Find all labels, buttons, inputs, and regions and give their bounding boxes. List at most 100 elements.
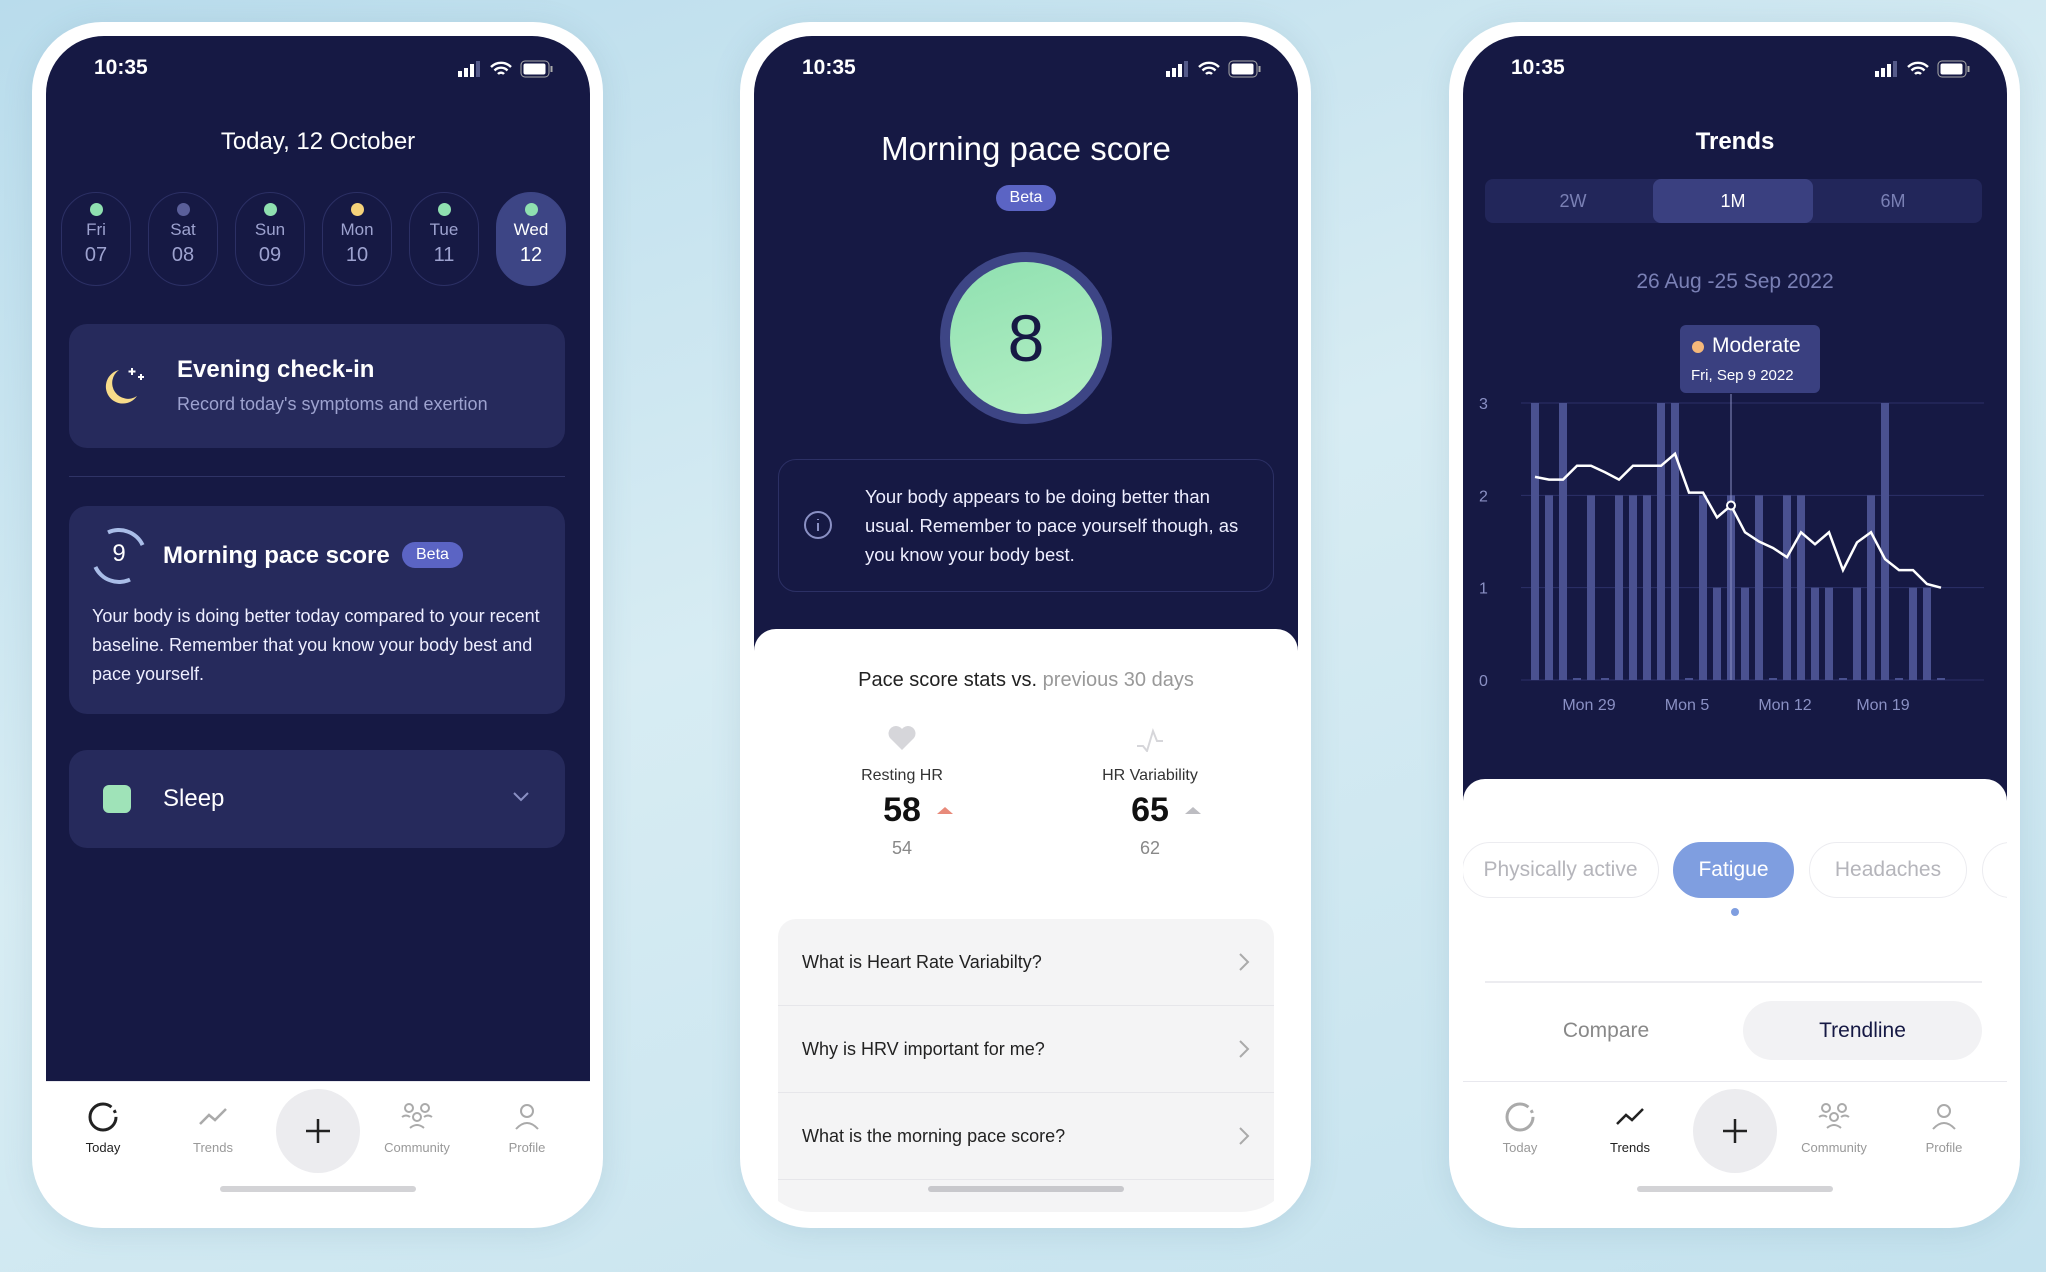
page-title: Today, 12 October	[220, 128, 416, 155]
day-date: 08	[171, 244, 195, 266]
community-icon	[1818, 1103, 1850, 1129]
bar-sep-24	[1937, 678, 1945, 680]
selected-indicator-dot	[1731, 908, 1739, 916]
nav-community[interactable]: Community	[372, 1100, 462, 1155]
stat-resting-hr: Resting HR 58 54	[792, 724, 1012, 859]
trends-screen: 10:35 Trends 2W 1M 6M 26 Aug -25 Sep 2022 …	[1463, 36, 2007, 816]
stat-previous: 54	[891, 838, 913, 858]
chip-headaches[interactable]: Headaches	[1809, 842, 1967, 898]
battery-icon	[520, 60, 553, 78]
sleep-label: Sleep	[163, 785, 225, 812]
chip-physically-active[interactable]: Physically active	[1463, 842, 1659, 898]
nav-community[interactable]: Community	[1789, 1100, 1879, 1155]
moon-icon	[105, 368, 144, 404]
status-dot	[176, 203, 190, 216]
hrv-pulse-icon	[1137, 727, 1163, 754]
add-button[interactable]	[276, 1089, 360, 1173]
bar-aug-31	[1601, 678, 1609, 680]
phone-trends: 10:35 Trends 2W 1M 6M 26 Aug -25 Sep 2022 …	[1449, 22, 2020, 1228]
range-2w[interactable]: 2W	[1493, 179, 1653, 223]
day-date: 12	[519, 244, 543, 266]
status-dot	[263, 203, 277, 216]
battery-icon	[1228, 60, 1261, 78]
beta-badge: Beta	[995, 185, 1057, 211]
pace-score: 9	[112, 540, 126, 567]
day-pill-wed[interactable]: Wed 12	[496, 192, 566, 286]
add-button[interactable]	[1693, 1089, 1777, 1173]
pace-detail-header: 10:35 Morning pace score Beta 8 Your bod…	[754, 36, 1298, 676]
bar-sep-2	[1629, 495, 1637, 680]
chevron-down-icon[interactable]	[511, 790, 531, 804]
day-pill-sun[interactable]: Sun 09	[235, 192, 305, 286]
bar-sep-14	[1797, 495, 1805, 680]
day-pill-sat[interactable]: Sat 08	[148, 192, 218, 286]
trend-up-icon	[1184, 807, 1201, 814]
bar-sep-21	[1895, 678, 1903, 680]
range-1m[interactable]: 1M	[1653, 179, 1813, 223]
pace-title: Morning pace score	[163, 542, 390, 569]
phone-today: 10:35 Today, 12 October Fri 07 Sat 08 Sun 09 M…	[32, 22, 603, 1228]
page-title: Trends	[1695, 128, 1775, 155]
nav-label: Trends	[193, 1140, 233, 1155]
faq-item[interactable]: Why is HRV important for me?	[778, 1006, 1274, 1093]
signal-icon	[458, 61, 480, 77]
trend-line-icon	[199, 1108, 227, 1125]
tooltip-date: Fri, Sep 9 2022	[1691, 367, 1794, 384]
highlight-point[interactable]	[1726, 500, 1736, 511]
home-indicator	[1637, 1186, 1833, 1192]
mode-compare[interactable]: Compare	[1486, 1001, 1726, 1060]
nav-label: Today	[1502, 1140, 1538, 1155]
nav-trends[interactable]: Trends	[1585, 1100, 1675, 1155]
bar-sep-5	[1671, 403, 1679, 680]
morning-pace-card[interactable]: 9 Morning pace score Beta Your body is d…	[69, 506, 565, 714]
bar-aug-27	[1545, 495, 1553, 680]
nav-label: Community	[384, 1140, 450, 1155]
y-tick-label: 2	[1479, 488, 1488, 505]
chart-tooltip: Moderate Fri, Sep 9 2022	[1680, 325, 1820, 393]
status-dot	[524, 203, 538, 216]
bar-sep-16	[1825, 587, 1833, 680]
faq-item[interactable]: What is the morning pace score?	[778, 1093, 1274, 1180]
nav-label: Profile	[1925, 1140, 1963, 1155]
day-date: 11	[433, 244, 455, 266]
day-name: Sat	[170, 220, 196, 239]
nav-trends[interactable]: Trends	[168, 1100, 258, 1155]
bar-sep-8	[1713, 587, 1721, 680]
bar-sep-10	[1741, 587, 1749, 680]
x-tick-label: Mon 19	[1856, 697, 1909, 714]
day-name: Wed	[513, 220, 549, 239]
day-pill-tue[interactable]: Tue 11	[409, 192, 479, 286]
chevron-right-icon	[1239, 953, 1250, 971]
nav-today[interactable]: Today	[1475, 1100, 1565, 1155]
nav-profile[interactable]: Profile	[482, 1100, 572, 1155]
bar-sep-17	[1839, 678, 1847, 680]
bar-sep-15	[1811, 587, 1819, 680]
score-ring: 8	[940, 252, 1112, 424]
nav-today[interactable]: Today	[58, 1100, 148, 1155]
bar-sep-7	[1699, 495, 1707, 680]
home-indicator	[928, 1186, 1124, 1192]
sleep-row[interactable]: Sleep	[69, 750, 565, 848]
stat-value: 65	[1131, 791, 1169, 829]
bottom-nav: Today Trends Community Profile	[46, 1081, 590, 1191]
range-6m[interactable]: 6M	[1813, 179, 1973, 223]
chip-fatigue[interactable]: Fatigue	[1673, 842, 1794, 898]
info-box: Your body appears to be doing better tha…	[778, 459, 1274, 592]
mode-trendline[interactable]: Trendline	[1743, 1001, 1982, 1060]
today-ring-icon	[1505, 1102, 1535, 1132]
day-pill-mon[interactable]: Mon 10	[322, 192, 392, 286]
nav-profile[interactable]: Profile	[1899, 1100, 1989, 1155]
status-time: 10:35	[1511, 56, 1565, 79]
bar-sep-11	[1755, 495, 1763, 680]
pace-score: 8	[950, 262, 1102, 414]
bar-sep-12	[1769, 678, 1777, 680]
stat-value: 58	[883, 791, 921, 829]
nav-label: Trends	[1610, 1140, 1650, 1155]
today-screen: 10:35 Today, 12 October Fri 07 Sat 08 Sun 09 M…	[46, 36, 590, 1081]
divider	[1485, 981, 1982, 983]
faq-item[interactable]: What is Heart Rate Variabilty?	[778, 919, 1274, 1006]
evening-checkin-card[interactable]: Evening check-in Record today's symptoms…	[69, 324, 565, 448]
plus-icon	[306, 1119, 330, 1143]
day-pill-fri[interactable]: Fri 07	[61, 192, 131, 286]
day-name: Tue	[429, 220, 459, 239]
